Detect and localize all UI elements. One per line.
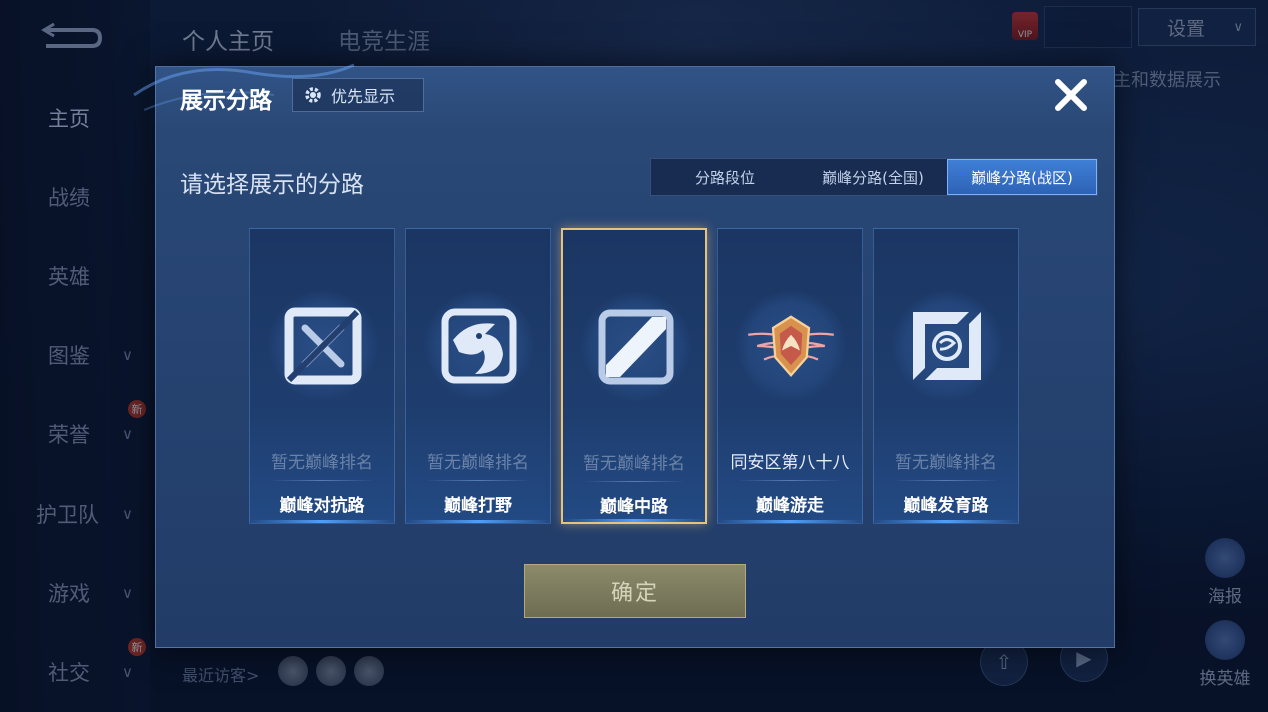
rank-text: 暂无巅峰排名 [427, 453, 529, 473]
tab-peak-lane-district[interactable]: 巅峰分路(战区) [947, 159, 1097, 195]
close-icon [1055, 79, 1087, 111]
lane-display-dialog: 展示分路 优先显示 请选择展示的分路 分路段位 巅峰分路(全国) 巅峰分路(战区… [133, 63, 1115, 648]
card-divider [270, 480, 374, 481]
rank-text: 暂无巅峰排名 [271, 453, 373, 473]
card-divider [894, 480, 998, 481]
lane-card-roam[interactable]: 同安区第八十八 巅峰游走 [717, 228, 863, 524]
select-lane-prompt: 请选择展示的分路 [180, 172, 364, 198]
mid-lane-icon [598, 309, 674, 385]
lane-card-mid[interactable]: 暂无巅峰排名 巅峰中路 [561, 228, 707, 524]
priority-display-button[interactable]: 优先显示 [292, 78, 424, 112]
farm-lane-icon [913, 312, 981, 380]
role-label: 巅峰游走 [756, 496, 824, 516]
clash-lane-icon [284, 307, 362, 385]
tab-peak-lane-national[interactable]: 巅峰分路(全国) [799, 159, 947, 195]
ranking-scope-tabs: 分路段位 巅峰分路(全国) 巅峰分路(战区) [650, 158, 1098, 196]
role-label: 巅峰对抗路 [279, 496, 365, 516]
winged-shield-icon [748, 315, 834, 377]
role-label: 巅峰打野 [444, 496, 512, 516]
lane-card-jungle[interactable]: 暂无巅峰排名 巅峰打野 [405, 228, 551, 524]
rank-text: 暂无巅峰排名 [895, 453, 997, 473]
lane-card-farm[interactable]: 暂无巅峰排名 巅峰发育路 [873, 228, 1019, 524]
card-divider [426, 480, 530, 481]
role-label: 巅峰中路 [600, 497, 668, 517]
rank-text: 同安区第八十八 [730, 453, 850, 473]
rank-text: 暂无巅峰排名 [583, 454, 685, 474]
confirm-button[interactable]: 确定 [524, 564, 746, 618]
lane-card-clash[interactable]: 暂无巅峰排名 巅峰对抗路 [249, 228, 395, 524]
role-label: 巅峰发育路 [903, 496, 989, 516]
card-divider [738, 480, 842, 481]
close-button[interactable] [1049, 73, 1093, 117]
jungle-dragon-icon [441, 308, 517, 384]
dialog-title: 展示分路 [180, 88, 272, 114]
tab-lane-rank[interactable]: 分路段位 [651, 159, 799, 195]
gear-icon [305, 87, 321, 103]
card-divider [583, 481, 685, 482]
